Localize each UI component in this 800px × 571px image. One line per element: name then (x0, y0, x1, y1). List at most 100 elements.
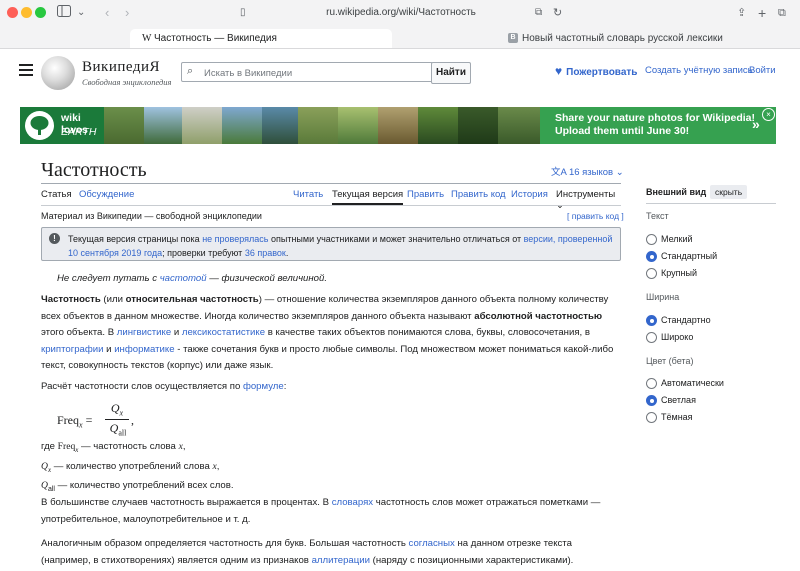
close-window-button[interactable] (7, 7, 18, 18)
photo-grass (378, 107, 418, 144)
link-linguistics[interactable]: лингвистике (117, 327, 171, 338)
menu-icon[interactable] (19, 64, 33, 76)
paragraph-formula-intro: Расчёт частотности слов осуществляется п… (41, 381, 286, 392)
tab-edit[interactable]: Править (407, 189, 444, 200)
link-alliteration[interactable]: аллитерации (312, 555, 370, 566)
minimize-window-button[interactable] (21, 7, 32, 18)
tab-current-version[interactable]: Текущая версия (332, 189, 404, 205)
reload-icon[interactable]: ↻ (553, 4, 562, 22)
photo-forest (104, 107, 144, 144)
symbol: Q (41, 480, 48, 491)
sidebar-toggle-icon[interactable] (57, 4, 71, 22)
tab-overview-icon[interactable]: ⧉ (778, 4, 786, 22)
radio-label: Стандартный (661, 251, 718, 261)
radio-label: Мелкий (661, 234, 693, 244)
edit-code-link[interactable]: [ править код ] (567, 211, 624, 221)
tagline: Свободная энциклопедия (82, 77, 172, 87)
chevron-down-icon[interactable]: ⌄ (77, 4, 85, 22)
notice-text-part: опытными участниками и может значительно… (268, 234, 524, 244)
tools-menu[interactable]: Инструменты ⌄ (556, 189, 621, 211)
banner-close-icon[interactable]: × (762, 108, 775, 121)
radio-label: Светлая (661, 395, 696, 405)
tab-edit-code[interactable]: Править код (451, 189, 506, 200)
text: : (283, 381, 287, 392)
link-formula[interactable]: формуле (243, 381, 284, 392)
review-notice: ! Текущая версия страницы пока не провер… (41, 227, 621, 261)
hide-appearance-button[interactable]: скрыть (710, 185, 748, 199)
text: и (171, 327, 182, 339)
color-heading: Цвет (бета) (646, 356, 694, 366)
language-button[interactable]: 文A 16 языков ⌄ (551, 164, 624, 178)
tab-discussion[interactable]: Обсуждение (79, 189, 134, 200)
wiki-loves-earth-banner[interactable]: wiki loves EARTH Share your nature photo… (20, 107, 776, 144)
text: — количество употреблений слова (51, 460, 213, 472)
notice-text-part: Текущая версия страницы пока (68, 234, 203, 244)
link-dictionaries[interactable]: словарях (332, 497, 373, 508)
paragraph-intro: Частотность (или относительная частотнос… (41, 292, 623, 375)
width-wide[interactable]: Широко (646, 332, 766, 344)
formula-numerator-sub: x (119, 408, 124, 418)
radio-icon (646, 332, 657, 343)
notice-link-edits[interactable]: 36 правок (245, 248, 286, 258)
radio-icon (646, 378, 657, 389)
login-link[interactable]: Войти (749, 65, 776, 76)
site-subtitle: Материал из Википедии — свободной энцикл… (41, 211, 262, 221)
hatnote-link[interactable]: частотой (160, 273, 207, 284)
new-tab-icon[interactable]: + (758, 4, 766, 22)
text-size-large[interactable]: Крупный (646, 268, 766, 280)
create-account-link[interactable]: Создать учётную запись (645, 65, 753, 76)
tab-read[interactable]: Читать (293, 189, 323, 200)
appearance-divider (646, 203, 776, 204)
formula-lhs-sub: x (79, 420, 83, 430)
text: — количество употреблений всех слов. (54, 480, 234, 491)
color-automatic[interactable]: Автоматически (646, 378, 766, 390)
tab-active[interactable]: W Частотность — Википедия (130, 29, 392, 48)
width-standard[interactable]: Стандартно (646, 315, 766, 327)
tab-history[interactable]: История (511, 189, 548, 200)
wikipedia-globe-logo[interactable] (41, 56, 75, 90)
info-icon: ! (49, 233, 60, 244)
tree-icon (25, 111, 54, 140)
radio-label: Тёмная (661, 412, 693, 422)
notice-text: Текущая версия страницы пока не проверял… (68, 232, 616, 260)
definition-line: где Freqx — частотность слова x, (41, 439, 621, 459)
banner-title-line2: EARTH (61, 126, 97, 138)
photo-bird (418, 107, 458, 144)
tab-bar: W Частотность — Википедия B Новый частот… (0, 29, 800, 48)
tab-inactive[interactable]: B Новый частотный словарь русской лексик… (400, 29, 723, 48)
donate-link[interactable]: ♥ Пожертвовать (555, 64, 637, 78)
zoom-window-button[interactable] (35, 7, 46, 18)
formula-definitions: где Freqx — частотность слова x, Qx — ко… (41, 439, 621, 499)
text-size-standard[interactable]: Стандартный (646, 251, 766, 263)
banner-logo: wiki loves EARTH (20, 107, 104, 144)
language-count: 16 языков (568, 167, 614, 178)
share-icon[interactable]: ⇪ (737, 4, 746, 22)
radio-selected-icon (646, 251, 657, 262)
forward-icon[interactable]: › (125, 4, 129, 22)
translate-icon[interactable]: ⧉ (535, 4, 542, 22)
paragraph-letters: Аналогичным образом определяется частотн… (41, 536, 623, 569)
text: Расчёт частотности слов осуществляется п… (41, 381, 243, 392)
appearance-heading: Внешний вид (646, 187, 707, 197)
tab-article[interactable]: Статья (41, 189, 72, 200)
width-heading: Ширина (646, 292, 680, 302)
link-cryptography[interactable]: криптографии (41, 344, 104, 355)
tab-title: Частотность — Википедия (154, 33, 277, 44)
link-consonants[interactable]: согласных (409, 538, 455, 549)
back-icon[interactable]: ‹ (105, 4, 109, 22)
search-input[interactable] (202, 64, 426, 82)
search-icon: ⌕ (187, 65, 194, 77)
color-dark[interactable]: Тёмная (646, 412, 766, 424)
heart-icon: ♥ (555, 64, 563, 78)
notice-link-unreviewed[interactable]: не проверялась (202, 234, 268, 244)
address-bar[interactable]: ru.wikipedia.org/wiki/Частотность (236, 4, 566, 22)
link-lexicostatistics[interactable]: лексикостатистике (182, 327, 265, 338)
formula-lhs: Freq (57, 413, 79, 427)
text-size-small[interactable]: Мелкий (646, 234, 766, 246)
link-informatics[interactable]: информатике (114, 344, 174, 355)
bookmark-favicon-icon: B (508, 33, 518, 43)
wordmark[interactable]: ВикипедиЯ (82, 59, 160, 76)
search-button[interactable]: Найти (431, 62, 471, 84)
banner-arrow-icon[interactable]: » (752, 116, 760, 132)
color-light[interactable]: Светлая (646, 395, 766, 407)
